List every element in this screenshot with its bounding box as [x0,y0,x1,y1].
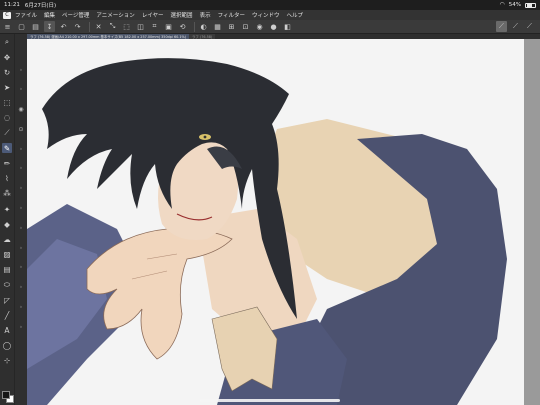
pen-pressure-icon[interactable]: ⟋ [510,21,521,32]
ruler-icon[interactable]: ╱ [2,310,12,320]
tool-palette: ⌕ ✥ ↻ ➤ ⬚ ◌ ⟋ ✎ ✏ ⌇ ⁂ ✦ ◆ ☁ ▨ ▤ ⬭ ◸ ╱ A … [0,34,27,405]
pen-stroke-icon[interactable]: ⟋ [496,21,507,32]
undo-icon[interactable]: ↶ [58,21,69,32]
app-logo[interactable]: C [3,11,11,19]
select-all-icon[interactable]: ⬚ [121,21,132,32]
menu-bar: C ファイル 編集 ページ管理 アニメーション レイヤー 選択範囲 表示 フィル… [0,10,540,20]
canvas-area[interactable] [27,39,540,405]
save-icon[interactable]: ↧ [44,21,55,32]
menu-animation[interactable]: アニメーション [96,11,134,19]
menu-icon[interactable]: ≡ [2,21,13,32]
menu-window[interactable]: ウィンドウ [252,11,280,19]
rotate-icon[interactable]: ⟲ [177,21,188,32]
sub-tool-7-icon[interactable]: ◦ [17,185,25,193]
blend-icon[interactable]: ☁ [2,234,12,244]
color-swatches[interactable] [2,391,14,403]
battery-icon [525,2,536,8]
menu-selection[interactable]: 選択範囲 [171,11,193,19]
object-icon[interactable]: ➤ [2,83,12,93]
decoration-icon[interactable]: ✦ [2,204,12,214]
ios-status-bar: 11:21 6月27日(日) ◠ 54% [0,0,540,10]
main-tool-column: ⌕ ✥ ↻ ➤ ⬚ ◌ ⟋ ✎ ✏ ⌇ ⁂ ✦ ◆ ☁ ▨ ▤ ⬭ ◸ ╱ A … [0,34,15,405]
pen-icon[interactable]: ✎ [2,143,12,154]
menu-filter[interactable]: フィルター [218,11,245,19]
menu-file[interactable]: ファイル [15,11,37,19]
rotate-icon[interactable]: ↻ [2,67,12,77]
sub-tool-2-icon[interactable]: ◦ [17,86,25,94]
sub-tool-10-icon[interactable]: ◦ [17,244,25,252]
figure-icon[interactable]: ⬭ [2,280,12,290]
ruler-icon[interactable]: ▦ [212,21,223,32]
move-icon[interactable]: ✥ [2,52,12,62]
lasso-icon[interactable]: ◌ [2,113,12,123]
open-icon[interactable]: ▤ [30,21,41,32]
snap-icon[interactable]: ⊡ [240,21,251,32]
new-icon[interactable]: ▢ [16,21,27,32]
sub-tool-column: ◦ ◦ ◉ ⊙ ◦ ◦ ◦ ◦ ◦ ◦ ◦ ◦ ◦ ◦ [15,34,27,405]
status-time: 11:21 [4,2,20,8]
canvas-scroll-margin [524,39,540,405]
menu-view[interactable]: 表示 [200,11,211,19]
fill-icon[interactable]: ▨ [2,250,12,260]
menu-edit[interactable]: 編集 [44,11,55,19]
correction-icon[interactable]: ⊹ [2,356,12,366]
divider [194,21,195,32]
sub-tool-1-icon[interactable]: ◦ [17,66,25,74]
text-icon[interactable]: A [2,326,12,336]
eye-icon[interactable]: ◉ [254,21,265,32]
crop-icon[interactable]: ⌗ [149,21,160,32]
wifi-icon: ◠ [499,1,505,8]
airbrush-icon[interactable]: ⁂ [2,189,12,199]
dark-icon[interactable]: ● [268,21,279,32]
redo-icon[interactable]: ↷ [72,21,83,32]
sub-tool-8-icon[interactable]: ◦ [17,205,25,213]
sub-tool-14-icon[interactable]: ◦ [17,323,25,331]
eraser-icon[interactable]: ◆ [2,219,12,229]
grid-icon[interactable]: ⊞ [226,21,237,32]
sub-tool-4-icon[interactable]: ⊙ [17,125,25,133]
pencil-icon[interactable]: ✏ [2,159,12,169]
layer-icon[interactable]: ◧ [282,21,293,32]
command-bar: ≡ ▢ ▤ ↧ ↶ ↷ ✕ ⤡ ⬚ ◫ ⌗ ▣ ⟲ ◐ ▦ ⊞ ⊡ ◉ ● ◧ … [0,20,540,34]
menu-help[interactable]: ヘルプ [286,11,303,19]
balloon-icon[interactable]: ◯ [2,341,12,351]
sub-tool-12-icon[interactable]: ◦ [17,284,25,292]
deselect-icon[interactable]: ◫ [135,21,146,32]
menu-layer[interactable]: レイヤー [142,11,164,19]
status-date: 6月27日(日) [24,3,57,9]
home-indicator [200,399,340,402]
sub-tool-6-icon[interactable]: ◦ [17,165,25,173]
clear-icon[interactable]: ✕ [93,21,104,32]
brush-icon[interactable]: ⌇ [2,174,12,184]
sub-tool-11-icon[interactable]: ◦ [17,264,25,272]
eyedropper-icon[interactable]: ⟋ [2,128,12,138]
menu-page[interactable]: ページ管理 [62,11,89,19]
invert-icon[interactable]: ◐ [198,21,209,32]
sub-tool-3-icon[interactable]: ◉ [17,106,25,114]
divider [89,21,90,32]
sub-tool-9-icon[interactable]: ◦ [17,224,25,232]
transform-icon[interactable]: ⤡ [107,21,118,32]
zoom-icon[interactable]: ⌕ [2,37,12,47]
gradient-icon[interactable]: ▤ [2,265,12,275]
sub-tool-5-icon[interactable]: ◦ [17,145,25,153]
sub-tool-13-icon[interactable]: ◦ [17,304,25,312]
frame-icon[interactable]: ◸ [2,295,12,305]
selection-icon[interactable]: ⬚ [2,98,12,108]
fill-icon[interactable]: ▣ [163,21,174,32]
pen-settings: ⟋ ⟋ ⟋ [496,21,540,32]
pen-taper-icon[interactable]: ⟋ [524,21,535,32]
illustration [27,39,524,405]
battery-percent: 54% [508,2,521,8]
main-color-swatch[interactable] [2,391,10,399]
